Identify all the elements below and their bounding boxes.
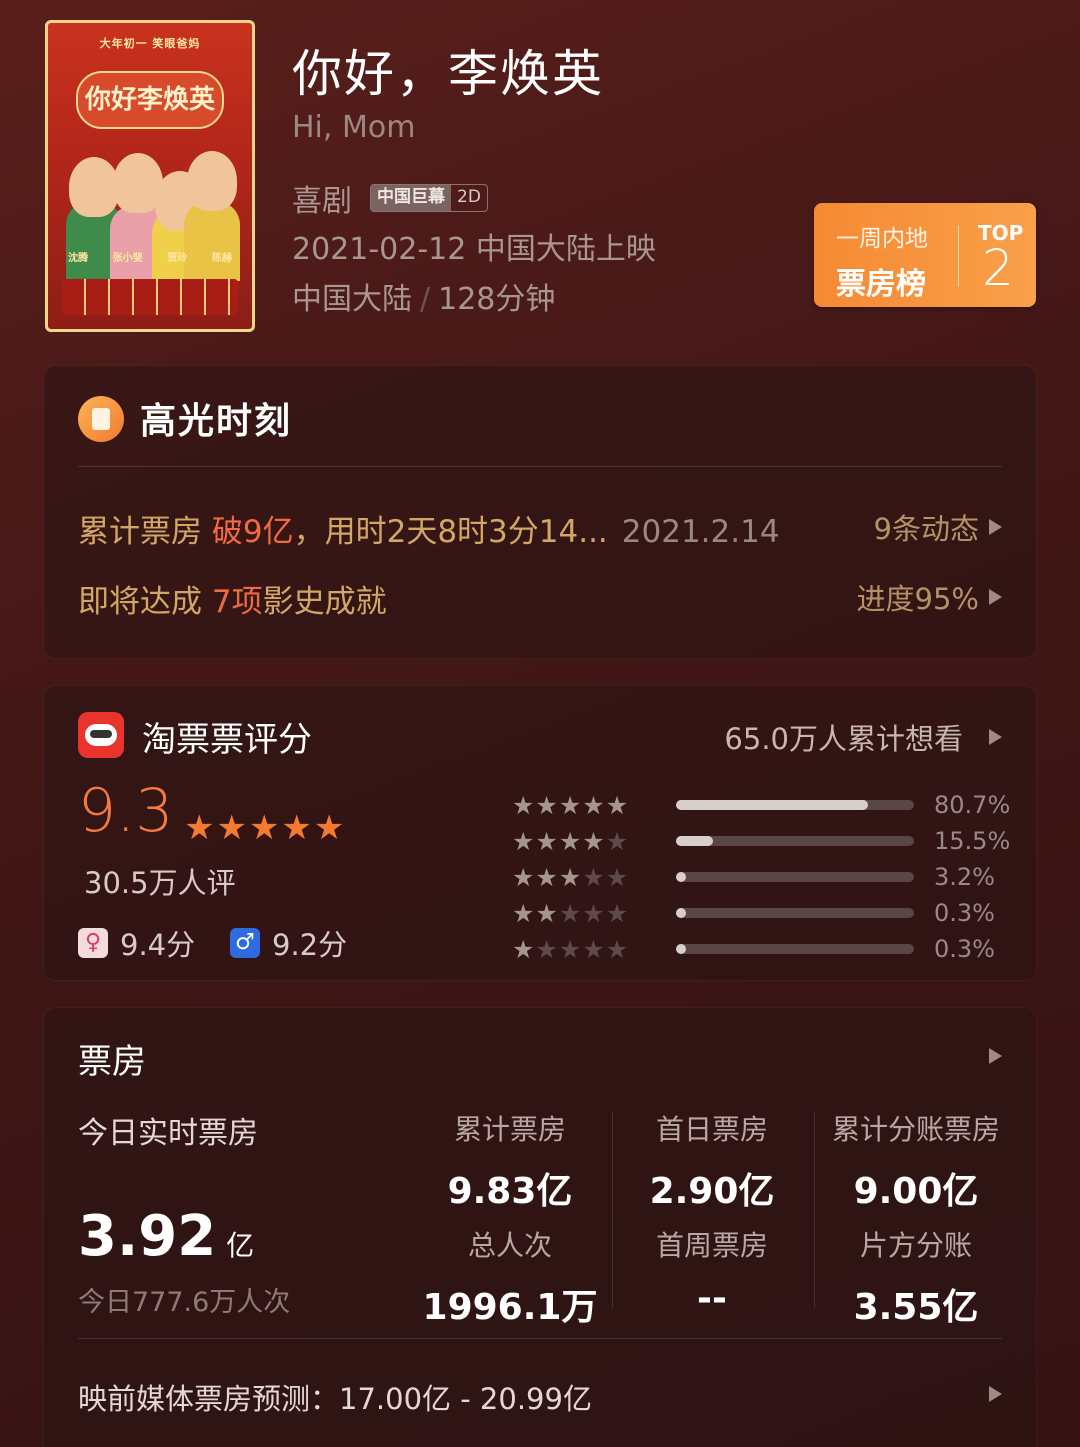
rating-bar	[676, 800, 914, 810]
format-badge: 中国巨幕 2D	[370, 184, 488, 212]
highlights-title: 高光时刻	[140, 401, 293, 442]
release-date: 2021-02-12 中国大陆上映	[292, 232, 656, 267]
rating-bar-fill	[676, 944, 686, 954]
news-count-link[interactable]: 9条动态	[874, 506, 1002, 548]
region-duration: 中国大陆/128分钟	[292, 282, 556, 317]
highlight-boxoffice-milestone[interactable]: 累计票房 破9亿，用时2天8时3分14... 2021.2.14	[78, 506, 780, 551]
boxoffice-forecast[interactable]: 映前媒体票房预测：17.00亿 - 20.99亿	[78, 1376, 592, 1418]
boxoffice-more-arrow-icon[interactable]	[989, 1048, 1002, 1064]
movie-title: 你好，李焕英	[292, 45, 604, 103]
boxoffice-card: 票房 今日实时票房 3.92 亿 今日777.6万人次 累计票房 9.83亿 首日…	[44, 1008, 1036, 1447]
stat-cumulative: 累计票房 9.83亿	[447, 1113, 573, 1212]
rating-card: 淘票票评分 65.0万人累计想看 9.3 ★★★★★ 30.5万人评 ♀ 9.4…	[44, 686, 1036, 980]
rating-distribution-row: ★★★★★ 0.3%	[512, 934, 1004, 964]
rating-distribution-row: ★★★★★ 80.7%	[512, 790, 1010, 820]
rating-bar-fill	[676, 836, 713, 846]
stat-total-admissions: 总人次 1996.1万	[422, 1229, 598, 1328]
today-admissions: 今日777.6万人次	[78, 1287, 291, 1318]
rating-title: 淘票票评分	[142, 720, 312, 760]
star-level-icon: ★★★★★	[512, 898, 630, 928]
genre-row: 喜剧 中国巨幕 2D	[292, 176, 488, 220]
rating-count: 30.5万人评	[84, 866, 236, 900]
forecast-arrow-icon[interactable]	[989, 1386, 1002, 1402]
taopiaopiao-logo-icon	[78, 712, 124, 758]
rating-bar-fill	[676, 800, 869, 810]
highlights-card: 高光时刻 累计票房 破9亿，用时2天8时3分14... 2021.2.14 9条动…	[44, 366, 1036, 658]
rating-distribution-row: ★★★★★ 15.5%	[512, 826, 1010, 856]
divider	[612, 1112, 613, 1308]
poster-title: 你好李焕英	[76, 71, 224, 129]
rating-bar	[676, 908, 914, 918]
star-level-icon: ★★★★★	[512, 826, 630, 856]
achievement-progress-link[interactable]: 进度95%	[857, 576, 1002, 618]
want-to-see-link[interactable]: 65.0万人累计想看	[724, 716, 1002, 758]
rating-bar-fill	[676, 872, 686, 882]
play-arrow-icon	[989, 729, 1002, 745]
stat-first-week: 首周票房 --	[655, 1229, 768, 1319]
today-boxoffice-value: 3.92 亿	[78, 1204, 255, 1269]
rating-percent: 80.7%	[934, 791, 1011, 819]
rank-line2: 票房榜	[836, 267, 926, 302]
rating-percent: 0.3%	[934, 899, 995, 927]
female-icon: ♀	[78, 928, 108, 958]
male-icon: ♂	[230, 928, 260, 958]
film-trophy-icon	[78, 396, 124, 442]
star-level-icon: ★★★★★	[512, 790, 630, 820]
movie-title-en: Hi, Mom	[292, 110, 416, 145]
rating-distribution-row: ★★★★★ 0.3%	[512, 898, 1004, 928]
highlight-achievements[interactable]: 即将达成 7项影史成就	[78, 576, 387, 621]
rating-bar	[676, 872, 914, 882]
rating-score: 9.3	[78, 776, 174, 846]
rating-distribution-row: ★★★★★ 3.2%	[512, 862, 1004, 892]
stat-first-day: 首日票房 2.90亿	[649, 1113, 775, 1212]
movie-genre: 喜剧	[292, 184, 352, 219]
male-rating: ♂ 9.2分	[230, 922, 347, 964]
weekly-boxoffice-rank-button[interactable]: 一周内地 票房榜 TOP 2	[814, 203, 1036, 307]
poster-cast-names: 沈腾 张小斐 贾玲 陈赫	[68, 253, 232, 264]
rating-bar	[676, 836, 914, 846]
star-level-icon: ★★★★★	[512, 934, 630, 964]
rating-bar	[676, 944, 914, 954]
movie-header: 大年初一 笑眼爸妈 你好李焕英 沈腾 张小斐 贾玲 陈赫 你好，李焕英 Hi, Mom…	[0, 0, 1080, 350]
divider	[78, 466, 1002, 467]
boxoffice-title: 票房	[78, 1042, 146, 1082]
star-level-icon: ★★★★★	[512, 862, 630, 892]
rating-bar-fill	[676, 908, 686, 918]
rank-divider	[958, 225, 959, 287]
rank-number: 2	[982, 239, 1014, 297]
female-rating: ♀ 9.4分	[78, 922, 195, 964]
stat-split-cumulative: 累计分账票房 9.00亿	[831, 1113, 1000, 1212]
poster-decoration	[62, 279, 238, 315]
rating-stars: ★★★★★	[184, 808, 347, 848]
today-realtime-label: 今日实时票房	[78, 1116, 258, 1151]
rating-percent: 0.3%	[934, 935, 995, 963]
play-arrow-icon	[989, 519, 1002, 535]
divider	[814, 1112, 815, 1308]
rating-percent: 15.5%	[934, 827, 1011, 855]
divider	[78, 1338, 1002, 1339]
play-arrow-icon	[989, 589, 1002, 605]
movie-poster[interactable]: 大年初一 笑眼爸妈 你好李焕英 沈腾 张小斐 贾玲 陈赫	[45, 20, 255, 332]
poster-tagline: 大年初一 笑眼爸妈	[99, 37, 201, 50]
rating-percent: 3.2%	[934, 863, 995, 891]
rank-line1: 一周内地	[836, 226, 928, 252]
stat-producer-split: 片方分账 3.55亿	[853, 1229, 979, 1328]
